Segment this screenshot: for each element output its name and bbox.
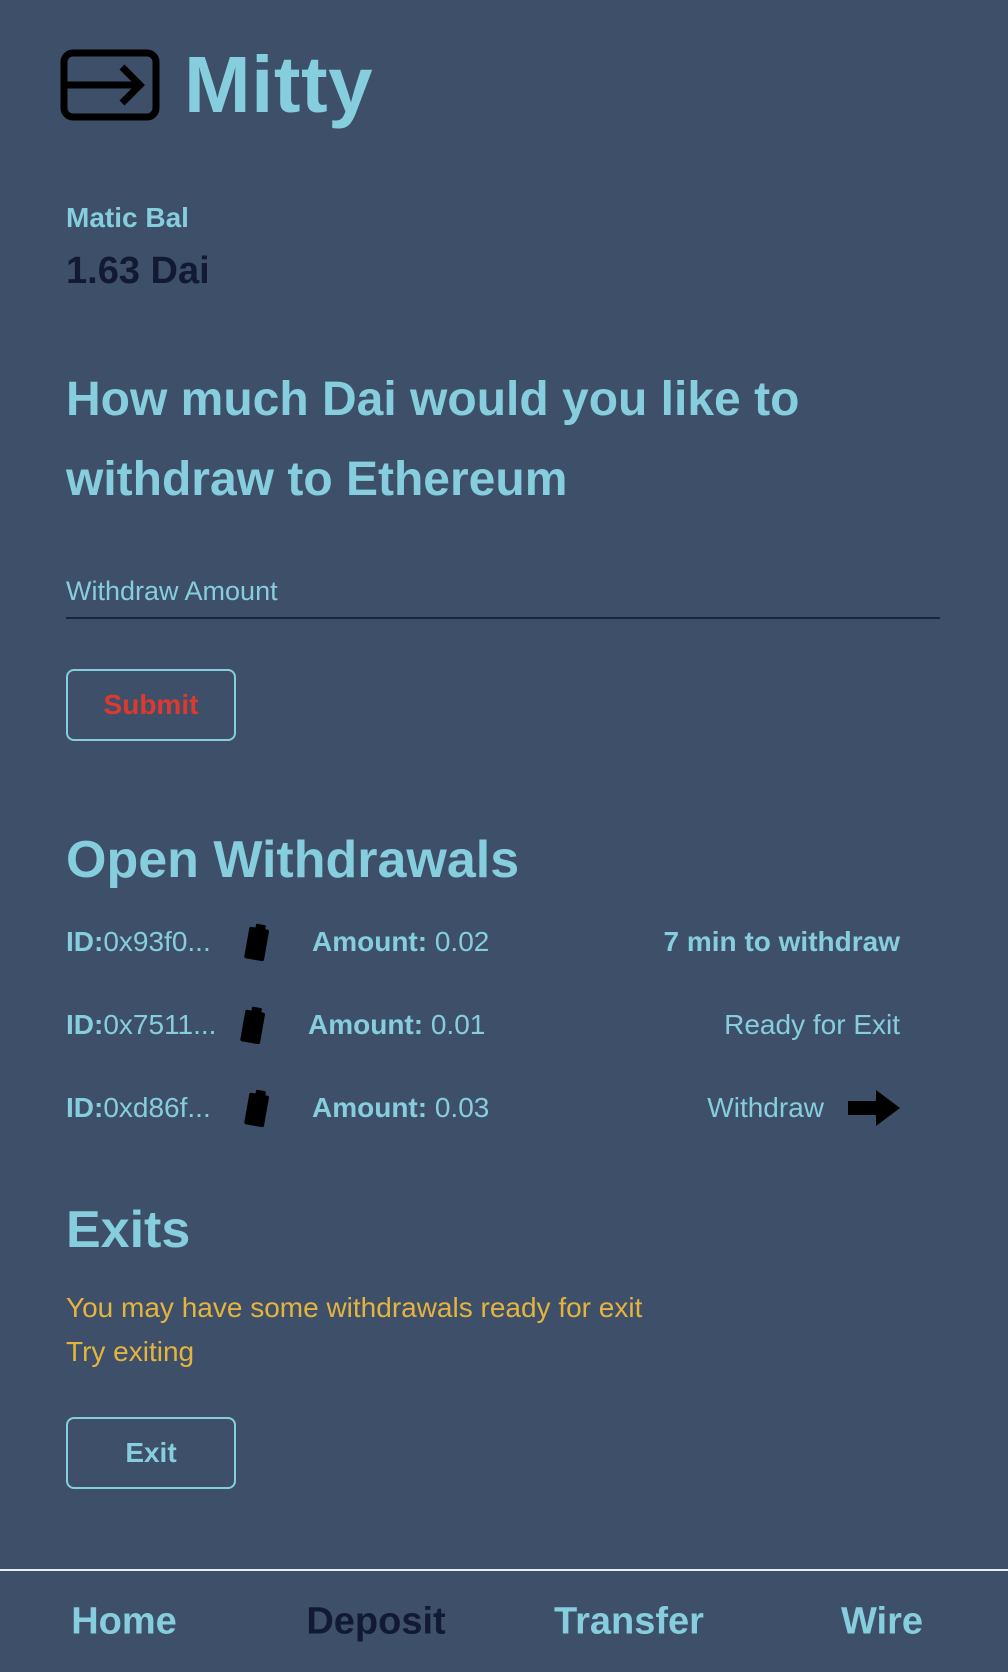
amount-value: 0.01 bbox=[430, 1009, 486, 1040]
id-label: ID: bbox=[66, 926, 104, 957]
app-header: Mitty bbox=[60, 40, 373, 130]
withdraw-question: How much Dai would you like to withdraw … bbox=[66, 373, 800, 506]
amount-value: 0.02 bbox=[434, 926, 490, 957]
id-value: 0x7511... bbox=[103, 1009, 217, 1040]
id-value: 0xd86f... bbox=[103, 1092, 211, 1123]
arrow-right-icon[interactable] bbox=[848, 1090, 900, 1126]
exit-hint: Try exiting bbox=[66, 1336, 195, 1367]
id-label: ID: bbox=[66, 1009, 104, 1040]
withdrawal-id: ID:0x93f0... bbox=[66, 926, 211, 958]
withdrawal-row: ID:0x7511... Amount: 0.01 Ready for Exit bbox=[66, 1000, 900, 1050]
nav-wire[interactable]: Wire bbox=[841, 1600, 923, 1643]
withdraw-amount-input[interactable] bbox=[66, 565, 940, 619]
exit-button[interactable]: Exit bbox=[66, 1417, 236, 1489]
withdrawal-amount: Amount: 0.02 bbox=[312, 926, 489, 958]
nav-home[interactable]: Home bbox=[71, 1600, 177, 1643]
clipboard-icon[interactable] bbox=[244, 1089, 270, 1127]
app-title: Mitty bbox=[184, 40, 374, 129]
amount-label: Amount: bbox=[312, 926, 428, 957]
id-value: 0x93f0... bbox=[103, 926, 211, 957]
balance-label: Matic Bal bbox=[66, 202, 189, 233]
id-label: ID: bbox=[66, 1092, 104, 1123]
withdraw-page: Mitty Matic Bal 1.63 Dai How much Dai wo… bbox=[0, 0, 1008, 1672]
withdrawal-amount: Amount: 0.01 bbox=[308, 1009, 485, 1041]
card-arrow-icon bbox=[60, 49, 160, 121]
withdrawal-amount: Amount: 0.03 bbox=[312, 1092, 489, 1124]
withdraw-link[interactable]: Withdraw bbox=[707, 1092, 824, 1124]
withdraw-action[interactable]: Withdraw bbox=[707, 1090, 900, 1126]
withdrawal-row: ID:0xd86f... Amount: 0.03 Withdraw bbox=[66, 1083, 900, 1133]
amount-label: Amount: bbox=[312, 1092, 428, 1123]
withdrawal-id: ID:0xd86f... bbox=[66, 1092, 211, 1124]
withdrawal-status: Ready for Exit bbox=[724, 1009, 900, 1040]
withdrawal-id: ID:0x7511... bbox=[66, 1009, 216, 1041]
amount-value: 0.03 bbox=[434, 1092, 490, 1123]
nav-deposit[interactable]: Deposit bbox=[306, 1600, 445, 1643]
withdrawal-status: 7 min to withdraw bbox=[663, 926, 900, 957]
exits-title: Exits bbox=[66, 1201, 191, 1259]
balance-value: 1.63 Dai bbox=[66, 250, 210, 292]
nav-transfer[interactable]: Transfer bbox=[554, 1600, 704, 1643]
open-withdrawals-title: Open Withdrawals bbox=[66, 831, 520, 889]
withdrawal-row: ID:0x93f0... Amount: 0.02 7 min to withd… bbox=[66, 917, 900, 967]
exit-note: You may have some withdrawals ready for … bbox=[66, 1292, 643, 1323]
clipboard-icon[interactable] bbox=[240, 1006, 266, 1044]
bottom-nav: Home Deposit Transfer Wire bbox=[0, 1569, 1008, 1672]
submit-button[interactable]: Submit bbox=[66, 669, 236, 741]
clipboard-icon[interactable] bbox=[244, 923, 270, 961]
amount-label: Amount: bbox=[308, 1009, 424, 1040]
